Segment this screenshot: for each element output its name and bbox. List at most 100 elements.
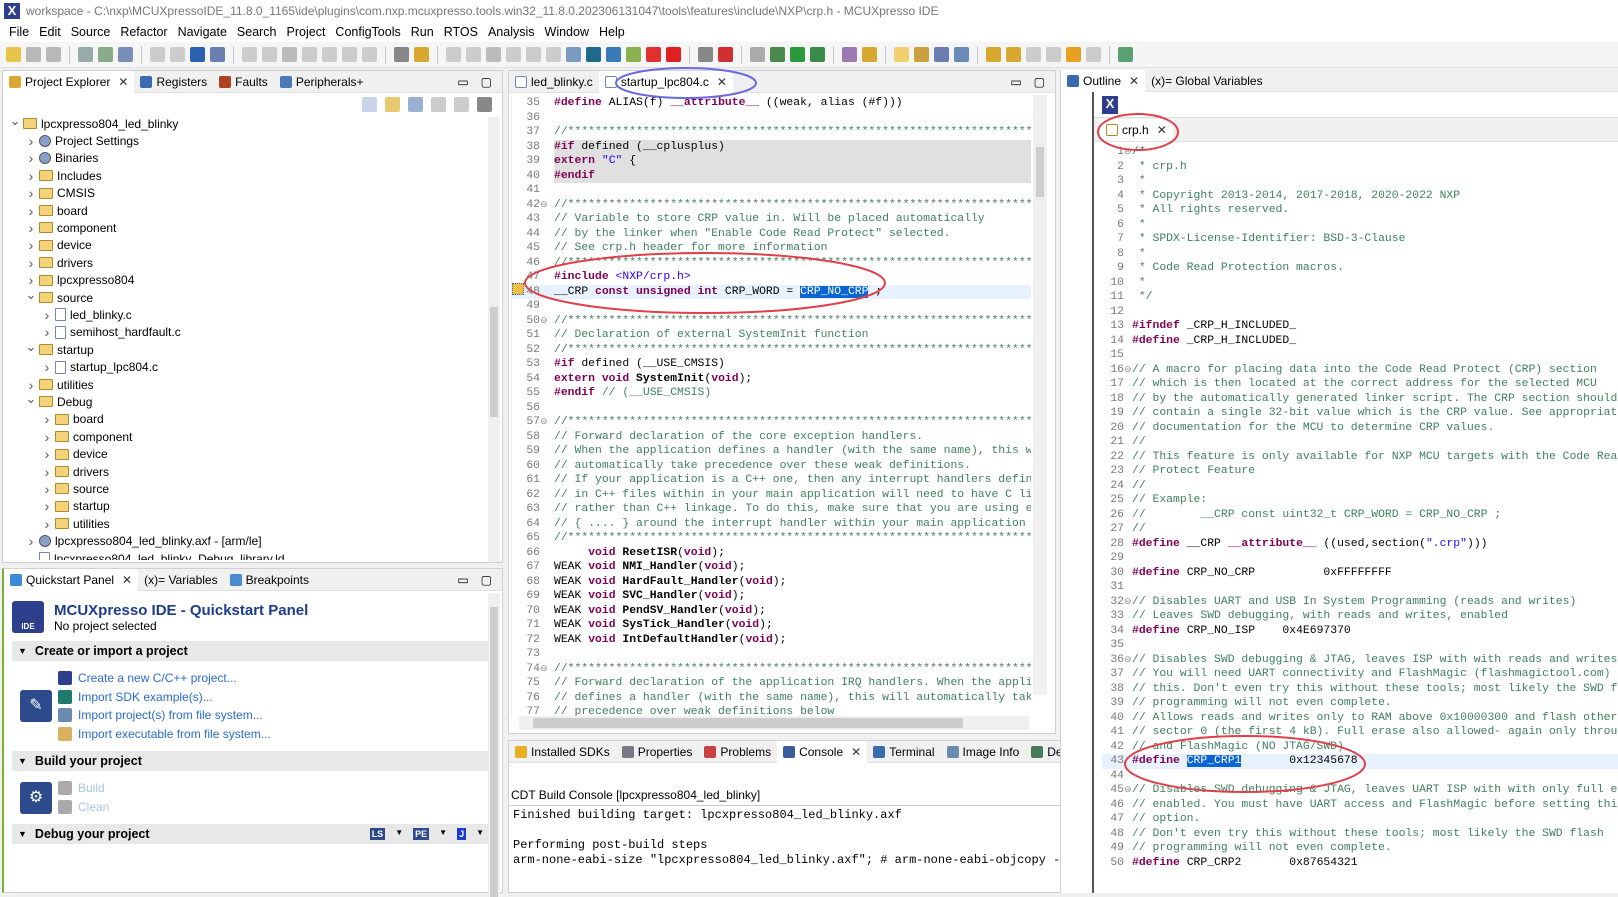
quickstart-link[interactable]: Build (58, 779, 109, 798)
debug-probe-ls-icon[interactable]: LS (369, 828, 386, 840)
tab-startup-lpc804-c[interactable]: startup_lpc804.c ✕ (598, 70, 733, 93)
run-icon[interactable] (790, 47, 805, 62)
perspective-icon[interactable] (1118, 47, 1133, 62)
chevron-right-icon[interactable]: › (41, 498, 53, 514)
fold-icon[interactable]: ⊖ (1124, 145, 1132, 160)
chevron-right-icon[interactable]: › (25, 150, 37, 166)
tree-item[interactable]: ⌄ startup (25, 339, 94, 358)
tab-crp-h[interactable]: crp.h ✕ (1100, 118, 1173, 141)
build-icon[interactable] (98, 47, 113, 62)
tab-registers[interactable]: Registers (134, 71, 213, 93)
tree-item[interactable]: ⌄ source (25, 287, 93, 306)
maximize-icon[interactable]: ▢ (1034, 75, 1045, 89)
pilcrow-icon[interactable] (954, 47, 969, 62)
tab-image-info[interactable]: Image Info (941, 741, 1026, 763)
close-tab-icon[interactable]: ✕ (851, 745, 861, 759)
menu-window[interactable]: Window (545, 25, 589, 39)
tag-icon[interactable] (698, 47, 713, 62)
section-header[interactable]: ▼ Build your project (12, 751, 494, 771)
code-editor-crp-h[interactable]: 1 ⊖/* 2 * crp.h 3 * 4 * Copyright 2013-2014,… (1102, 142, 1618, 892)
tab--x-global-variables[interactable]: (x)= Global Variables (1145, 70, 1269, 92)
chevron-right-icon[interactable]: › (41, 411, 53, 427)
open-type-icon[interactable] (842, 47, 857, 62)
chevron-right-icon[interactable]: › (41, 481, 53, 497)
maximize-icon[interactable]: ▢ (481, 573, 492, 587)
undo-icon[interactable] (150, 47, 165, 62)
skip-icon[interactable] (210, 47, 225, 62)
chevron-right-icon[interactable]: › (25, 255, 37, 271)
quickstart-link[interactable]: Import project(s) from file system... (58, 706, 271, 725)
run-external-icon[interactable] (810, 47, 825, 62)
tab-properties[interactable]: Properties (616, 741, 699, 763)
tab-faults[interactable]: Faults (213, 71, 274, 93)
close-tab-icon[interactable]: ✕ (122, 573, 132, 587)
menu-help[interactable]: Help (599, 25, 625, 39)
menu-source[interactable]: Source (71, 25, 111, 39)
chevron-right-icon[interactable]: › (25, 237, 37, 253)
fold-icon[interactable]: ⊖ (1124, 783, 1132, 798)
close-tab-icon[interactable]: ✕ (717, 75, 727, 89)
filter-icon[interactable] (408, 96, 423, 112)
resume-all-icon[interactable] (446, 47, 461, 62)
tree-item[interactable]: lpcxpresso804_led_blinky_Debug_library.l… (25, 550, 285, 560)
tab-problems[interactable]: Problems (698, 741, 777, 763)
menu-run[interactable]: Run (411, 25, 434, 39)
maximize-icon[interactable]: ▢ (481, 75, 492, 89)
chevron-right-icon[interactable]: › (41, 324, 53, 340)
section-header[interactable]: ▼ Create or import a project (12, 641, 494, 661)
menu-project[interactable]: Project (287, 25, 326, 39)
next-annotation-icon[interactable] (986, 47, 1001, 62)
flash-icon[interactable] (666, 47, 681, 62)
menu-navigate[interactable]: Navigate (178, 25, 227, 39)
prev-annotation-icon[interactable] (1006, 47, 1021, 62)
debug-icon[interactable] (770, 47, 785, 62)
chevron-down-icon[interactable]: ⌄ (25, 391, 37, 407)
collapse-all-icon[interactable] (362, 96, 377, 112)
menu-analysis[interactable]: Analysis (488, 25, 535, 39)
menu-configtools[interactable]: ConfigTools (335, 25, 400, 39)
tree-item[interactable]: › component (41, 428, 133, 445)
drop-frame-icon[interactable] (414, 47, 429, 62)
tree-item[interactable]: › CMSIS (25, 185, 95, 202)
chevron-down-icon[interactable]: ⌄ (25, 287, 37, 303)
quickstart-link[interactable]: Import executable from file system... (58, 725, 271, 744)
tree-item[interactable]: › lpcxpresso804 (25, 272, 135, 289)
step-into-icon[interactable] (322, 47, 337, 62)
tree-item[interactable]: › drivers (41, 463, 109, 480)
fold-icon[interactable]: ⊖ (1124, 595, 1132, 610)
chevron-right-icon[interactable]: › (41, 464, 53, 480)
tree-item[interactable]: › component (25, 219, 117, 236)
chevron-right-icon[interactable]: › (41, 359, 53, 375)
menu-refactor[interactable]: Refactor (120, 25, 167, 39)
suspend-icon[interactable] (262, 47, 277, 62)
tab-console[interactable]: Console ✕ (777, 740, 868, 763)
restart-icon[interactable] (566, 47, 581, 62)
tree-item[interactable]: › lpcxpresso804_led_blinky.axf - [arm/le] (25, 533, 262, 550)
fold-icon[interactable]: ⊖ (540, 314, 548, 329)
remove-icon[interactable] (718, 47, 733, 62)
debug-settings-icon[interactable] (750, 47, 765, 62)
build-config-icon[interactable] (78, 47, 93, 62)
section-header[interactable]: ▼ Debug your project LS ▼ PE ▼ J ▼ (12, 824, 494, 844)
view-menu-icon[interactable] (477, 96, 492, 112)
tree-item[interactable]: › Project Settings (25, 132, 139, 149)
chevron-right-icon[interactable]: › (25, 168, 37, 184)
tab-outline[interactable]: Outline ✕ (1061, 69, 1146, 92)
save-icon[interactable] (26, 47, 41, 62)
debug-probe-j-icon[interactable]: J (457, 828, 467, 840)
search-icon[interactable] (862, 47, 877, 62)
quickstart-link[interactable]: Clean (58, 798, 109, 817)
expand-triangle-icon[interactable]: ▼ (18, 829, 27, 839)
back-icon[interactable] (1066, 47, 1081, 62)
editor-horizontal-scrollbar[interactable] (519, 716, 1029, 730)
instr-step-icon[interactable] (394, 47, 409, 62)
fold-icon[interactable]: ⊖ (540, 662, 548, 677)
step-return-icon[interactable] (362, 47, 377, 62)
step-all-icon[interactable] (506, 47, 521, 62)
resume-icon[interactable] (242, 47, 257, 62)
fold-icon[interactable]: ⊖ (1124, 653, 1132, 668)
chevron-right-icon[interactable]: › (41, 516, 53, 532)
code-editor-startup[interactable]: 35 #define ALIAS(f) __attribute__ ((weak,… (511, 93, 1031, 717)
close-tab-icon[interactable]: ✕ (1129, 74, 1139, 88)
show-whitespace-icon[interactable] (934, 47, 949, 62)
